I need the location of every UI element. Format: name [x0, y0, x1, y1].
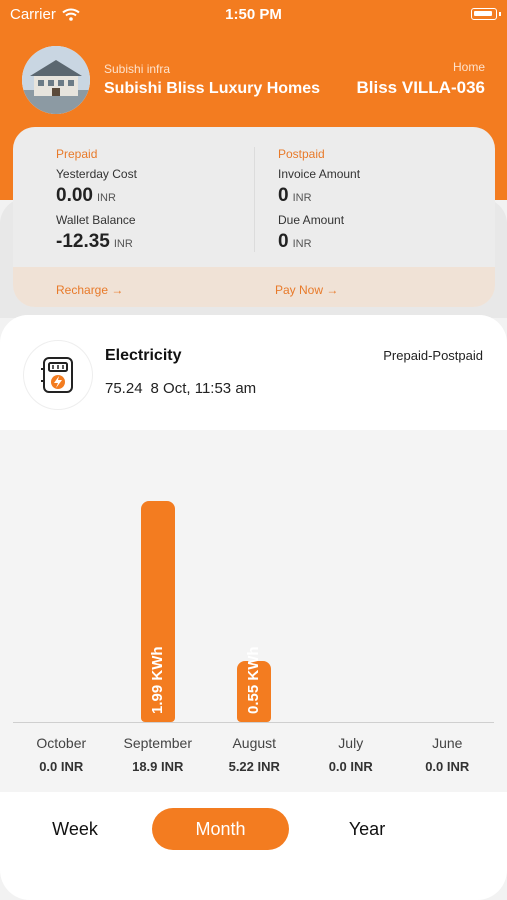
yesterday-cost-value: 0.00 INR	[56, 185, 116, 206]
due-amount-label: Due Amount	[278, 213, 345, 227]
electric-meter-icon	[41, 357, 73, 393]
bar-label-august: 0.55 KWh	[245, 646, 263, 714]
clock: 1:50 PM	[225, 6, 282, 23]
x-cost-label: 0.0 INR	[425, 759, 470, 774]
wallet-balance-value: -12.35 INR	[56, 231, 133, 252]
tab-month[interactable]: Month	[152, 808, 289, 850]
x-label-september: September 18.9 INR	[110, 735, 206, 774]
x-cost-label: 18.9 INR	[132, 759, 184, 774]
invoice-amount-label: Invoice Amount	[278, 167, 361, 181]
x-cost-label: 0.0 INR	[39, 759, 84, 774]
prepaid-section: Prepaid Yesterday Cost 0.00 INR Wallet Ba…	[56, 147, 137, 253]
yesterday-cost-label: Yesterday Cost	[56, 167, 137, 181]
x-label-july: July 0.0 INR	[303, 735, 399, 774]
divider	[254, 147, 255, 252]
battery-icon	[471, 8, 501, 20]
x-tick-label: August	[232, 735, 277, 751]
prepaid-title: Prepaid	[56, 147, 98, 161]
x-label-june: June 0.0 INR	[399, 735, 495, 774]
recharge-link[interactable]: Recharge →	[56, 283, 123, 297]
reading-time: 8 Oct, 11:53 am	[150, 380, 257, 397]
x-tick-label: October	[36, 735, 87, 751]
meter-icon-wrap	[24, 341, 92, 409]
usage-chart: October 0.0 INR 1.99 KWh September 18.9 INR 0…	[0, 430, 507, 790]
status-bar: Carrier 1:50 PM	[0, 0, 507, 28]
period-tabs: Week Month Year	[0, 792, 507, 900]
postpaid-section: Postpaid Invoice Amount 0 INR Due Amount …	[278, 147, 360, 253]
usage-sheet: Electricity 75.24 8 Oct, 11:53 am Prepaid…	[0, 315, 507, 900]
x-cost-label: 5.22 INR	[228, 759, 280, 774]
project-name: Subishi Bliss Luxury Homes	[104, 80, 321, 97]
bar-label-september: 1.99 KWh	[148, 646, 166, 714]
owner-name: Subishi infra	[104, 62, 171, 76]
unit-name[interactable]: Bliss VILLA-036	[357, 78, 486, 98]
reading-value: 75.24	[105, 380, 143, 397]
postpaid-title: Postpaid	[278, 147, 325, 161]
home-label: Home	[452, 60, 485, 74]
x-tick-label: July	[338, 735, 364, 751]
tab-year[interactable]: Year	[322, 808, 412, 850]
property-avatar[interactable]	[22, 46, 90, 114]
balance-summary-card: Prepaid Yesterday Cost 0.00 INR Wallet Ba…	[13, 127, 495, 307]
meter-reading: 75.24 8 Oct, 11:53 am	[105, 380, 256, 397]
utility-name: Electricity	[105, 347, 182, 364]
due-amount-value: 0 INR	[278, 231, 312, 252]
invoice-amount-value: 0 INR	[278, 185, 312, 206]
x-label-october: October 0.0 INR	[13, 735, 109, 774]
chart-baseline	[13, 722, 494, 723]
x-label-august: August 5.22 INR	[206, 735, 302, 774]
meter-header: Electricity 75.24 8 Oct, 11:53 am Prepaid…	[0, 315, 507, 430]
plan-type: Prepaid-Postpaid	[383, 348, 483, 363]
x-tick-label: June	[432, 735, 463, 751]
x-tick-label: September	[123, 735, 192, 751]
building-image	[22, 46, 90, 114]
pay-now-link[interactable]: Pay Now →	[275, 283, 338, 297]
x-cost-label: 0.0 INR	[328, 759, 373, 774]
wallet-balance-label: Wallet Balance	[56, 213, 136, 227]
tab-week[interactable]: Week	[30, 808, 120, 850]
